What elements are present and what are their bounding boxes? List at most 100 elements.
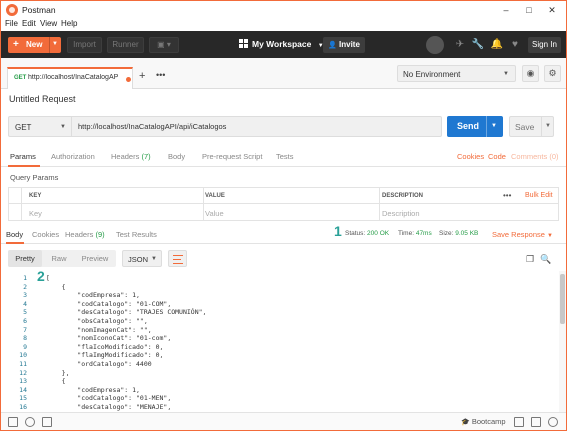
search-icon[interactable]: 🔍 — [540, 253, 552, 265]
menu-file[interactable]: File — [5, 19, 18, 28]
tab-params[interactable]: Params — [10, 152, 36, 161]
bulk-edit-link[interactable]: Bulk Edit — [525, 192, 553, 199]
code-line: "codCatalogo": "01-COM", — [46, 299, 172, 308]
send-button[interactable]: Send ▼ — [447, 116, 503, 137]
line-number: 11 — [19, 360, 27, 368]
line-number: 15 — [19, 394, 27, 403]
send-label: Send — [457, 121, 480, 131]
help-icon[interactable] — [548, 417, 558, 427]
save-response-button[interactable]: Save Response ▼ — [492, 230, 553, 239]
code-line: "codCatalogo": "01-MEN", — [46, 394, 172, 403]
line-number: 8 — [23, 334, 27, 343]
response-tab-tests[interactable]: Test Results — [116, 230, 157, 239]
maximize-button[interactable]: □ — [520, 3, 538, 17]
response-headers-count: (9) — [95, 230, 105, 239]
keyboard-icon[interactable] — [531, 417, 541, 427]
request-title[interactable]: Untitled Request — [9, 94, 76, 104]
sidebar-toggle-icon[interactable] — [8, 417, 18, 427]
save-button[interactable]: Save ▼ — [509, 116, 554, 137]
code-line: "codEmpresa": 1, — [46, 385, 140, 394]
layout-icon[interactable] — [514, 417, 524, 427]
runner-button[interactable]: Runner — [107, 37, 144, 53]
active-tab-indicator — [8, 165, 40, 167]
column-divider — [203, 188, 204, 220]
eye-icon[interactable]: ◉ — [522, 65, 539, 82]
chevron-down-icon: ▼ — [60, 124, 66, 130]
code-line: "flaIcoModificado": 0, — [46, 342, 164, 351]
line-number: 6 — [23, 317, 27, 325]
menu-view[interactable]: View — [40, 19, 57, 28]
postman-window: Postman – □ ✕ File Edit View Help + New … — [0, 0, 567, 431]
tab-tests[interactable]: Tests — [276, 152, 294, 161]
console-icon[interactable] — [42, 417, 52, 427]
response-body-code[interactable]: 1 [2 {3 "codEmpresa": 1, 4 "codCatalogo": … — [1, 271, 559, 412]
value-input[interactable]: Value — [205, 209, 224, 218]
method-select[interactable]: GET ▼ — [8, 116, 72, 137]
response-tab-body[interactable]: Body — [6, 230, 23, 239]
chevron-down-icon[interactable]: ▼ — [545, 123, 551, 129]
chevron-down-icon: ▼ — [151, 256, 157, 262]
invite-button[interactable]: 👤 Invite — [323, 37, 365, 53]
menu-help[interactable]: Help — [61, 19, 77, 28]
format-preview[interactable]: Preview — [76, 250, 114, 267]
workspace-selector[interactable]: My Workspace ▼ — [239, 39, 324, 49]
language-select[interactable]: JSON ▼ — [122, 250, 162, 267]
menu-edit[interactable]: Edit — [22, 19, 36, 28]
chevron-down-icon: ▼ — [503, 71, 509, 77]
gear-icon[interactable]: ⚙ — [544, 65, 561, 82]
add-tab-button[interactable]: + — [139, 70, 145, 82]
request-tab[interactable]: GET http://localhost/InaCatalogAPI/... — [7, 67, 133, 89]
column-key: KEY — [29, 193, 42, 199]
save-divider — [541, 117, 542, 136]
comments-link[interactable]: Comments (0) — [511, 152, 559, 161]
headers-count: (7) — [141, 152, 151, 161]
status-value: 200 OK — [367, 230, 390, 237]
bell-icon[interactable]: 🔔 — [490, 38, 504, 52]
table-options-button[interactable]: ••• — [503, 191, 511, 200]
query-params-table: KEY VALUE DESCRIPTION ••• Bulk Edit Key … — [8, 187, 559, 221]
response-toolbar: Pretty Raw Preview JSON ▼ 2 ❐ 🔍 — [1, 247, 566, 284]
size-value: 9.05 KB — [455, 230, 479, 237]
code-link[interactable]: Code — [488, 152, 506, 161]
tab-prerequest-script[interactable]: Pre-request Script — [202, 152, 262, 161]
format-raw[interactable]: Raw — [44, 250, 74, 267]
column-divider — [21, 188, 22, 220]
minimize-button[interactable]: – — [497, 3, 515, 17]
response-tab-cookies[interactable]: Cookies — [32, 230, 59, 239]
line-number: 4 — [23, 299, 27, 308]
format-pretty[interactable]: Pretty — [8, 250, 42, 267]
key-input[interactable]: Key — [29, 209, 42, 218]
wrap-lines-button[interactable] — [168, 250, 187, 267]
scrollbar-thumb[interactable] — [560, 274, 565, 324]
bootcamp-link[interactable]: 🎓 Bootcamp — [461, 417, 506, 426]
code-line: "nomImagenCat": "", — [46, 325, 152, 334]
copy-icon[interactable]: ❐ — [524, 253, 536, 265]
satellite-icon[interactable]: ✈ — [453, 38, 467, 52]
size-label: Size: — [439, 230, 454, 237]
import-button[interactable]: Import — [67, 37, 102, 53]
search-icon[interactable] — [25, 417, 35, 427]
response-tab-headers[interactable]: Headers (9) — [65, 230, 105, 239]
environment-select[interactable]: No Environment ▼ — [397, 65, 516, 82]
new-button[interactable]: + New ▼ — [8, 37, 61, 53]
tab-options-button[interactable]: ••• — [156, 70, 165, 80]
tab-authorization[interactable]: Authorization — [51, 152, 95, 161]
chevron-down-icon: ▼ — [52, 41, 58, 47]
cookies-link[interactable]: Cookies — [457, 152, 484, 161]
line-number: 3 — [23, 291, 27, 300]
sign-in-button[interactable]: Sign In — [528, 37, 561, 53]
close-button[interactable]: ✕ — [543, 3, 561, 17]
code-line: "nomIconoCat": "01-com", — [46, 334, 172, 343]
sync-status-icon[interactable] — [426, 36, 444, 54]
description-input[interactable]: Description — [382, 209, 420, 218]
tab-headers[interactable]: Headers (7) — [111, 152, 151, 161]
send-divider — [486, 116, 487, 137]
line-number: 14 — [19, 385, 27, 394]
grid-icon — [239, 39, 248, 48]
heart-icon[interactable]: ♥ — [508, 38, 522, 52]
wrench-icon[interactable]: 🔧 — [471, 38, 485, 52]
tab-body[interactable]: Body — [168, 152, 185, 161]
new-window-button[interactable]: ▣ ▾ — [149, 37, 179, 53]
url-input[interactable] — [72, 116, 442, 137]
chevron-down-icon[interactable]: ▼ — [491, 123, 497, 129]
